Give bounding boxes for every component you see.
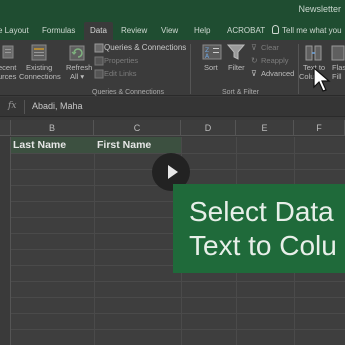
gridline	[11, 329, 345, 330]
edit-links-label: Edit Links	[104, 69, 137, 78]
flash-fill-icon	[331, 45, 345, 61]
fx-icon[interactable]: fx	[8, 101, 16, 111]
column-header-f[interactable]: F	[294, 120, 345, 136]
tell-me-label: Tell me what you	[282, 26, 342, 35]
refresh-icon	[69, 45, 85, 61]
edit-links-icon	[94, 69, 104, 79]
header-row: Last Name First Name	[11, 137, 181, 153]
existing-connections-line2: Connections	[19, 72, 61, 81]
properties-label: Properties	[104, 56, 139, 65]
refresh-all-line1: Refresh	[66, 63, 93, 72]
flash-fill-line2: Fill	[332, 72, 342, 81]
formula-bar: fx Abadi, Maha	[0, 97, 345, 117]
title-bar: Newsletter	[0, 0, 345, 22]
banner-line-1: Select Data	[189, 196, 334, 227]
tab-view[interactable]: View	[161, 22, 178, 40]
window-title: Newsletter	[298, 4, 341, 14]
advanced-label: Advanced	[261, 69, 295, 78]
group-label-queries: Queries & Connections	[92, 89, 164, 96]
ribbon-separator-2	[298, 44, 299, 94]
tab-help[interactable]: Help	[194, 22, 210, 40]
refresh-all-line2: All ▾	[70, 72, 85, 81]
properties-icon	[94, 56, 104, 66]
sort-label: Sort	[204, 63, 218, 72]
gridline	[11, 281, 345, 282]
clear-filter-icon: ⊽	[251, 43, 257, 52]
filter-icon	[226, 44, 246, 60]
column-header-b[interactable]: B	[11, 120, 94, 136]
row-headers	[0, 137, 11, 345]
tab-formulas[interactable]: Formulas	[42, 22, 75, 40]
advanced-filter-icon: ⊽	[251, 69, 257, 78]
sort-icon: Z A	[202, 44, 222, 60]
ribbon-separator	[190, 44, 191, 94]
column-headers: B C D E F	[0, 120, 345, 136]
formula-input[interactable]: Abadi, Maha	[32, 101, 83, 111]
tab-review[interactable]: Review	[121, 22, 147, 40]
reapply-label: Reapply	[261, 56, 289, 65]
reapply-icon: ↻	[251, 56, 258, 65]
flash-fill-line1: Flas	[332, 63, 345, 72]
ribbon: ecent urces Existing Connections Refresh…	[0, 40, 345, 96]
tutorial-banner: Select Data Text to Colu	[173, 184, 345, 273]
recent-sources-icon	[2, 45, 14, 59]
recent-sources-line1: ecent	[0, 63, 17, 72]
tell-me-search[interactable]: Tell me what you	[272, 22, 342, 40]
banner-line-2: Text to Colu	[189, 230, 337, 261]
text-to-columns-icon	[305, 45, 322, 61]
tab-data[interactable]: Data	[84, 22, 113, 40]
existing-connections-line1: Existing	[26, 63, 53, 72]
group-label-sort-filter: Sort & Filter	[222, 89, 259, 96]
gridline	[11, 313, 345, 314]
gridline	[11, 297, 345, 298]
tab-acrobat[interactable]: ACROBAT	[227, 22, 265, 40]
lightbulb-icon	[272, 25, 279, 34]
formula-divider	[24, 100, 25, 114]
tab-page-layout[interactable]: e Layout	[0, 22, 29, 40]
existing-connections-icon	[31, 44, 47, 61]
cell-last-name[interactable]: Last Name	[13, 137, 66, 153]
column-header-d[interactable]: D	[181, 120, 236, 136]
queries-connections-label: Queries & Connections	[104, 43, 187, 52]
queries-connections-icon	[94, 43, 104, 53]
mouse-pointer-icon	[313, 67, 331, 92]
clear-label: Clear	[261, 43, 279, 52]
recent-sources-line2: urces	[0, 72, 17, 81]
cell-first-name[interactable]: First Name	[97, 137, 151, 153]
play-icon	[168, 165, 178, 179]
select-all-corner[interactable]	[0, 120, 11, 136]
column-header-c[interactable]: C	[94, 120, 181, 136]
ribbon-tabs: e Layout Formulas Data Review View Help …	[0, 22, 345, 40]
column-header-e[interactable]: E	[236, 120, 294, 136]
filter-label: Filter	[228, 63, 245, 72]
